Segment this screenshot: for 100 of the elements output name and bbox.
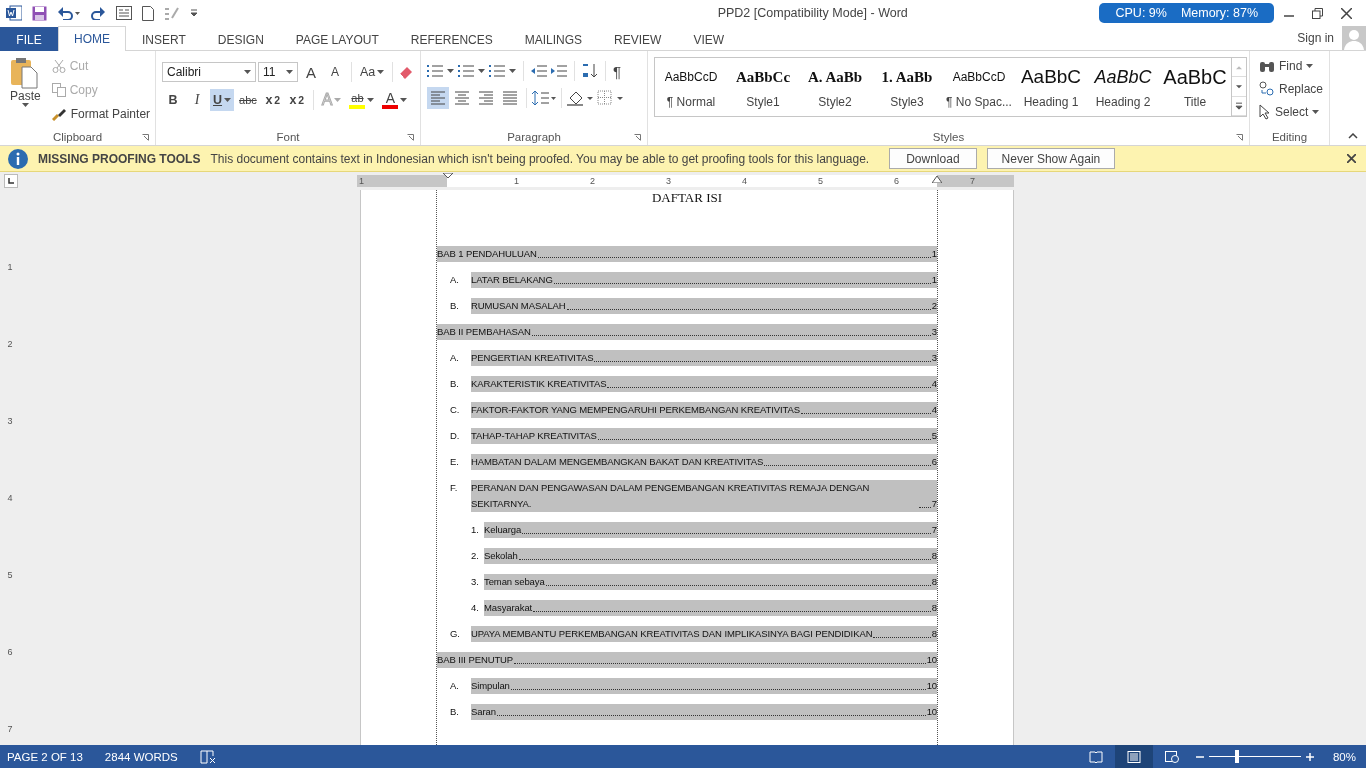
style-option[interactable]: A. AaBb Style2 [799,58,871,116]
select-button[interactable]: Select [1256,101,1327,122]
font-size-field[interactable]: 11 [258,62,298,82]
font-family-field[interactable]: Calibri [162,62,256,82]
word-count[interactable]: 2844 WORDS [104,750,178,763]
close-icon[interactable] [1341,7,1352,19]
message-button[interactable]: Download [889,148,977,169]
paste-button[interactable]: Paste [6,55,45,129]
toc-entry[interactable]: HAMBATAN DALAM MENGEMBANGKAN BAKAT DAN KREATIVITAS [471,454,764,470]
caret-icon[interactable] [509,69,516,73]
toc-entry[interactable]: LATAR BELAKANG [471,272,553,288]
word-logo-icon[interactable] [6,5,22,21]
proofing-icon[interactable] [199,749,216,764]
caret-icon[interactable] [367,98,375,102]
toc-entry[interactable]: FAKTOR-FAKTOR YANG MEMPENGARUHI PERKEMBANGAN KREATIVITAS [471,402,801,418]
underline-button[interactable]: U [210,89,235,111]
caret-icon[interactable] [400,98,408,102]
toc-entry[interactable]: Teman sebaya [484,574,545,590]
line-spacing-icon[interactable] [532,91,556,105]
eraser-icon[interactable] [398,64,415,80]
shading-icon[interactable] [567,90,595,106]
style-option[interactable]: AaBbCcD ¶ No Spac... [943,58,1015,116]
file-tab[interactable]: FILE [0,27,58,51]
replace-button[interactable]: Replace [1256,78,1327,99]
change-case-button[interactable]: Aa [357,61,388,83]
caret-icon[interactable] [447,69,454,73]
dialog-launcher-icon[interactable] [1236,134,1243,141]
zoom-thumb[interactable] [1235,750,1240,763]
sign-in-link[interactable]: Sign in [1297,31,1334,45]
toc-entry[interactable]: Sekolah [484,548,518,564]
save-icon[interactable] [32,5,47,21]
toc-entry[interactable]: BAB II PEMBAHASAN [437,324,531,340]
numbering-icon[interactable] [458,64,474,78]
zoom-level[interactable]: 80% [1332,750,1356,763]
collapse-ribbon-icon[interactable] [1348,133,1358,139]
font-color-button[interactable]: A [379,89,411,111]
caret-icon[interactable] [1306,63,1314,68]
toc-entry[interactable]: BAB III PENUTUP [437,652,514,668]
dialog-launcher-icon[interactable] [407,134,414,141]
page-count[interactable]: PAGE 2 OF 13 [7,750,83,763]
restore-icon[interactable] [1312,7,1323,19]
tab-selector[interactable] [4,174,18,188]
style-option[interactable]: AaBbC Heading 1 [1015,58,1087,116]
toc-entry[interactable]: PERANAN DAN PENGAWASAN DALAM PENGEMBANGAN KREATIVITAS REMAJA DENGAN SEKITARNYA. [471,480,918,512]
form-icon[interactable] [116,6,132,20]
close-icon[interactable] [1347,154,1356,163]
caret-icon[interactable] [478,69,485,73]
find-button[interactable]: Find [1256,55,1327,76]
caret-icon[interactable] [377,70,385,74]
ribbon-tab[interactable]: INSERT [126,27,202,51]
ribbon-tab[interactable]: PAGE LAYOUT [279,27,395,51]
undo-icon[interactable] [57,6,81,20]
customize-icon[interactable] [190,9,198,17]
zoom-in-icon[interactable] [1305,752,1314,761]
new-document-icon[interactable] [142,5,154,21]
redo-icon[interactable] [91,6,106,20]
caret-icon[interactable] [1312,109,1320,114]
decrease-indent-icon[interactable] [531,64,547,78]
message-button[interactable]: Never Show Again [986,148,1116,169]
caret-icon[interactable] [21,103,29,107]
toc-entry[interactable]: Masyarakat [484,600,533,616]
style-option[interactable]: 1. AaBb Style3 [871,58,943,116]
ribbon-tab[interactable]: HOME [58,26,126,51]
horizontal-ruler[interactable]: 1 1 2 3 4 5 6 7 [357,175,1014,187]
style-option[interactable]: AaBbC Heading 2 [1087,58,1159,116]
shrink-font-button[interactable]: A [324,61,346,83]
strike-button[interactable]: abc [236,89,260,111]
caret-icon[interactable] [286,70,293,74]
ribbon-tab[interactable]: REVIEW [598,27,678,51]
toc-entry[interactable]: UPAYA MEMBANTU PERKEMBANGAN KREATIVITAS DAN IMPLIKASINYA BAGI PENDIDIKAN [471,626,873,642]
ribbon-tab[interactable]: REFERENCES [394,27,509,51]
dialog-launcher-icon[interactable] [634,134,641,141]
italic-button[interactable]: I [186,89,208,111]
toc-entry[interactable]: KARAKTERISTIK KREATIVITAS [471,376,607,392]
print-view-button[interactable] [1114,745,1153,768]
dialog-launcher-icon[interactable] [142,134,149,141]
highlight-button[interactable]: ab [346,89,378,111]
toc-entry[interactable]: Keluarga [484,522,522,538]
style-option[interactable]: AaBbCcD ¶ Normal [655,58,727,116]
bullets-icon[interactable] [427,64,443,78]
bold-button[interactable]: B [162,89,184,111]
toc-entry[interactable]: PENGERTIAN KREATIVITAS [471,350,594,366]
vertical-ruler[interactable]: 1 2 3 4 5 6 7 [0,190,20,745]
show-formatting-button[interactable]: ¶ [613,62,622,80]
grow-font-button[interactable]: A [300,61,322,83]
ribbon-tab[interactable]: DESIGN [201,27,280,51]
increase-indent-icon[interactable] [551,64,567,78]
style-option[interactable]: AaBbC Title [1159,58,1231,116]
toc-entry[interactable]: Simpulan [471,678,510,694]
ribbon-tab[interactable]: MAILINGS [508,27,599,51]
multilevel-list-icon[interactable] [489,64,505,78]
toc-entry[interactable]: Saran [471,704,496,720]
toc-entry[interactable]: BAB 1 PENDAHULUAN [437,246,537,262]
toc-entry[interactable]: RUMUSAN MASALAH [471,298,566,314]
ribbon-tab[interactable]: VIEW [677,27,741,51]
toc-entry[interactable]: TAHAP-TAHAP KREATIVITAS [471,428,597,444]
caret-icon[interactable] [224,98,232,102]
caret-icon[interactable] [244,70,251,74]
painter-button[interactable]: Format Painter [48,103,154,124]
style-option[interactable]: AaBbCc Style1 [727,58,799,116]
